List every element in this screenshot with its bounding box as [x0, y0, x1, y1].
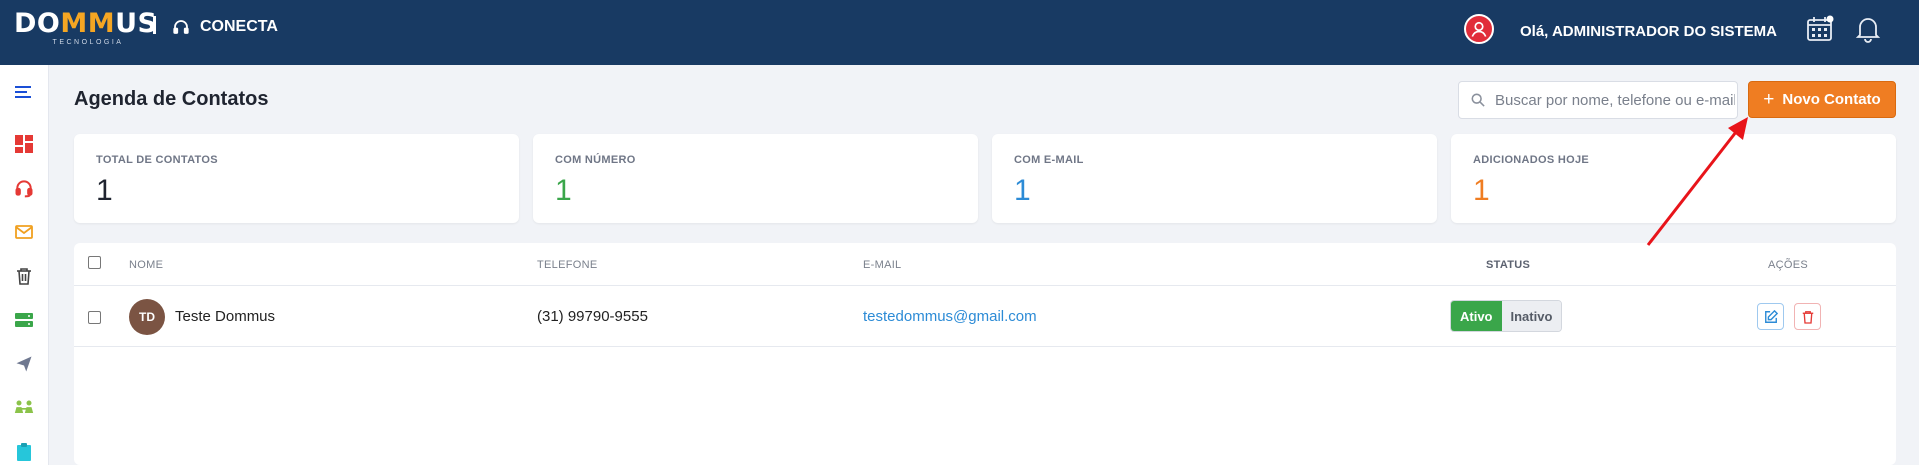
- page-title: Agenda de Contatos: [74, 88, 269, 110]
- stat-value: 1: [555, 174, 572, 207]
- users-icon: [14, 400, 34, 413]
- stat-card-with-number: COM NÚMERO 1: [533, 134, 978, 223]
- contact-phone: (31) 99790-9555: [537, 308, 648, 325]
- stat-label: COM E-MAIL: [1014, 154, 1084, 166]
- sidebar-item-support[interactable]: [13, 177, 35, 199]
- new-contact-label: Novo Contato: [1782, 91, 1881, 108]
- menu-icon: [15, 86, 31, 98]
- sidebar-toggle[interactable]: [13, 81, 35, 103]
- user-greeting[interactable]: Olá, ADMINISTRADOR DO SISTEMA: [1520, 23, 1777, 40]
- select-all-checkbox[interactable]: [88, 256, 101, 269]
- stat-value: 1: [96, 174, 113, 207]
- new-contact-button[interactable]: + Novo Contato: [1748, 81, 1896, 118]
- stat-value: 1: [1473, 174, 1490, 207]
- stat-label: TOTAL DE CONTATOS: [96, 154, 218, 166]
- mail-icon: [15, 225, 33, 239]
- dashboard-icon: [15, 135, 33, 153]
- contact-name: Teste Dommus: [175, 308, 276, 325]
- column-header-status: STATUS: [1486, 259, 1531, 271]
- edit-icon: [1764, 309, 1778, 323]
- clipboard-icon: [17, 443, 31, 461]
- sidebar-item-campaigns[interactable]: [13, 353, 35, 375]
- edit-contact-button[interactable]: [1757, 303, 1784, 330]
- column-header-name[interactable]: NOME: [129, 259, 163, 271]
- server-icon: [15, 313, 33, 327]
- stat-label: COM NÚMERO: [555, 154, 636, 166]
- send-icon: [16, 356, 32, 372]
- user-avatar[interactable]: [1464, 14, 1494, 44]
- column-header-email[interactable]: E-MAIL: [863, 259, 901, 271]
- sidebar-item-trash[interactable]: [13, 265, 35, 287]
- logo-separator: [153, 16, 156, 34]
- contact-email-link[interactable]: testedommus@gmail.com: [863, 308, 1037, 325]
- dommus-logo[interactable]: DOMMUS TECNOLOGIA: [14, 8, 158, 48]
- status-inactive-button[interactable]: Inativo: [1501, 301, 1562, 331]
- sidebar-item-teams[interactable]: [13, 397, 35, 419]
- stat-value: 1: [1014, 174, 1031, 207]
- column-header-phone[interactable]: TELEFONE: [537, 259, 597, 271]
- stat-card-total: TOTAL DE CONTATOS 1: [74, 134, 519, 223]
- sidebar-item-servers[interactable]: [13, 309, 35, 331]
- notification-bell-icon[interactable]: [1855, 15, 1881, 48]
- module-label: CONECTA: [200, 18, 278, 35]
- plus-icon: +: [1763, 88, 1775, 110]
- logo-subtitle: TECNOLOGIA: [52, 39, 124, 46]
- contacts-table: NOME TELEFONE E-MAIL STATUS AÇÕES TD Tes…: [74, 243, 1896, 465]
- user-icon: [1471, 21, 1487, 37]
- sidebar-item-email[interactable]: [13, 221, 35, 243]
- column-header-actions: AÇÕES: [1768, 259, 1809, 271]
- contact-avatar: TD: [129, 299, 165, 335]
- trash-icon: [17, 268, 31, 285]
- sidebar-item-dashboard[interactable]: [13, 133, 35, 155]
- search-input[interactable]: [1495, 91, 1735, 109]
- row-checkbox[interactable]: [88, 311, 101, 324]
- search-box[interactable]: [1458, 81, 1738, 119]
- headset-icon: [15, 180, 33, 198]
- table-header: NOME TELEFONE E-MAIL STATUS AÇÕES: [74, 243, 1896, 286]
- sidebar-item-reports[interactable]: [13, 441, 35, 463]
- stat-card-with-email: COM E-MAIL 1: [992, 134, 1437, 223]
- delete-contact-button[interactable]: [1794, 303, 1821, 330]
- search-icon: [1471, 93, 1485, 107]
- table-row: TD Teste Dommus (31) 99790-9555 testedom…: [74, 287, 1896, 347]
- status-toggle: Ativo Inativo: [1450, 300, 1563, 332]
- stat-card-added-today: ADICIONADOS HOJE 1: [1451, 134, 1896, 223]
- stat-label: ADICIONADOS HOJE: [1473, 154, 1590, 166]
- module-name[interactable]: CONECTA: [172, 18, 278, 36]
- calendar-icon[interactable]: [1806, 15, 1834, 48]
- logo-wordmark: DOMMUS: [14, 8, 158, 39]
- top-bar: DOMMUS TECNOLOGIA CONECTA Olá, ADMINISTR…: [0, 0, 1919, 65]
- sidebar: [0, 65, 49, 465]
- trash-icon: [1802, 310, 1813, 324]
- status-active-button[interactable]: Ativo: [1451, 301, 1502, 331]
- headphones-icon: [173, 20, 189, 34]
